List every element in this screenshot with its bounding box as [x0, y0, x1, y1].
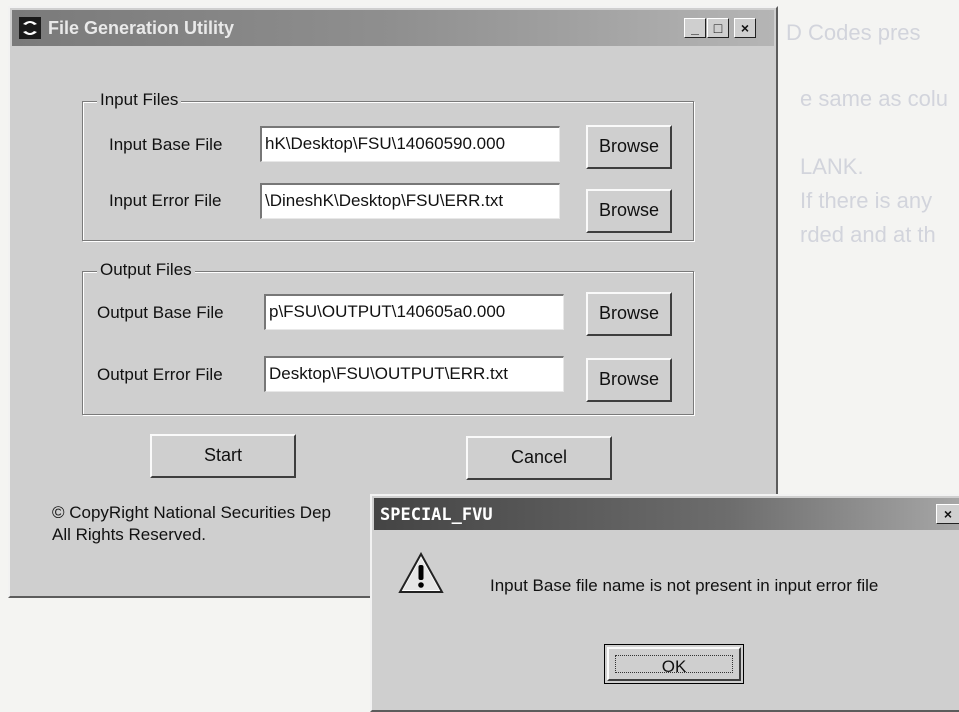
background-text: LANK. [800, 154, 864, 179]
input-error-file-field[interactable]: \DineshK\Desktop\FSU\ERR.txt [260, 183, 560, 219]
input-error-file-label: Input Error File [109, 191, 222, 210]
output-error-file-label: Output Error File [97, 365, 223, 384]
ok-button[interactable]: OK [604, 644, 744, 684]
alert-dialog: SPECIAL_FVU × Input Base file name is no… [370, 494, 959, 712]
start-button[interactable]: Start [150, 434, 296, 478]
copyright-notice: © CopyRight National Securities Dep All … [52, 502, 331, 546]
background-text: If there is any [800, 188, 933, 213]
input-base-browse-button[interactable]: Browse [586, 125, 672, 169]
output-error-browse-button[interactable]: Browse [586, 358, 672, 402]
rights-reserved-line: All Rights Reserved. [52, 525, 207, 544]
dialog-message: Input Base file name is not present in i… [490, 576, 879, 595]
cancel-button[interactable]: Cancel [466, 436, 612, 480]
copyright-line: © CopyRight National Securities Dep [52, 503, 331, 522]
output-base-browse-button[interactable]: Browse [586, 292, 672, 336]
dialog-title: SPECIAL_FVU [380, 505, 493, 525]
background-text: rded and at th [800, 222, 936, 247]
window-title: File Generation Utility [48, 18, 235, 38]
output-base-file-label: Output Base File [97, 303, 224, 322]
output-base-file-field[interactable]: p\FSU\OUTPUT\140605a0.000 [264, 294, 564, 330]
output-error-file-field[interactable]: Desktop\FSU\OUTPUT\ERR.txt [264, 356, 564, 392]
title-bar[interactable]: File Generation Utility _ □ × [12, 10, 774, 46]
output-files-group-label: Output Files [97, 260, 195, 280]
input-base-file-field[interactable]: hK\Desktop\FSU\14060590.000 [260, 126, 560, 162]
background-text: D Codes pres [786, 20, 921, 45]
background-text: e same as colu [800, 86, 948, 111]
minimize-button[interactable]: _ [684, 18, 706, 38]
close-button[interactable]: × [734, 18, 756, 38]
input-error-browse-button[interactable]: Browse [586, 189, 672, 233]
warning-icon [398, 552, 444, 593]
ok-button-label: OK [615, 655, 733, 676]
input-base-file-label: Input Base File [109, 135, 223, 154]
ok-button-bevel: OK [607, 647, 741, 681]
dialog-title-bar[interactable]: SPECIAL_FVU [374, 498, 959, 530]
dialog-close-button[interactable]: × [936, 504, 959, 524]
input-files-group-label: Input Files [97, 90, 182, 110]
fsu-app-icon [19, 17, 41, 39]
maximize-button[interactable]: □ [707, 18, 729, 38]
